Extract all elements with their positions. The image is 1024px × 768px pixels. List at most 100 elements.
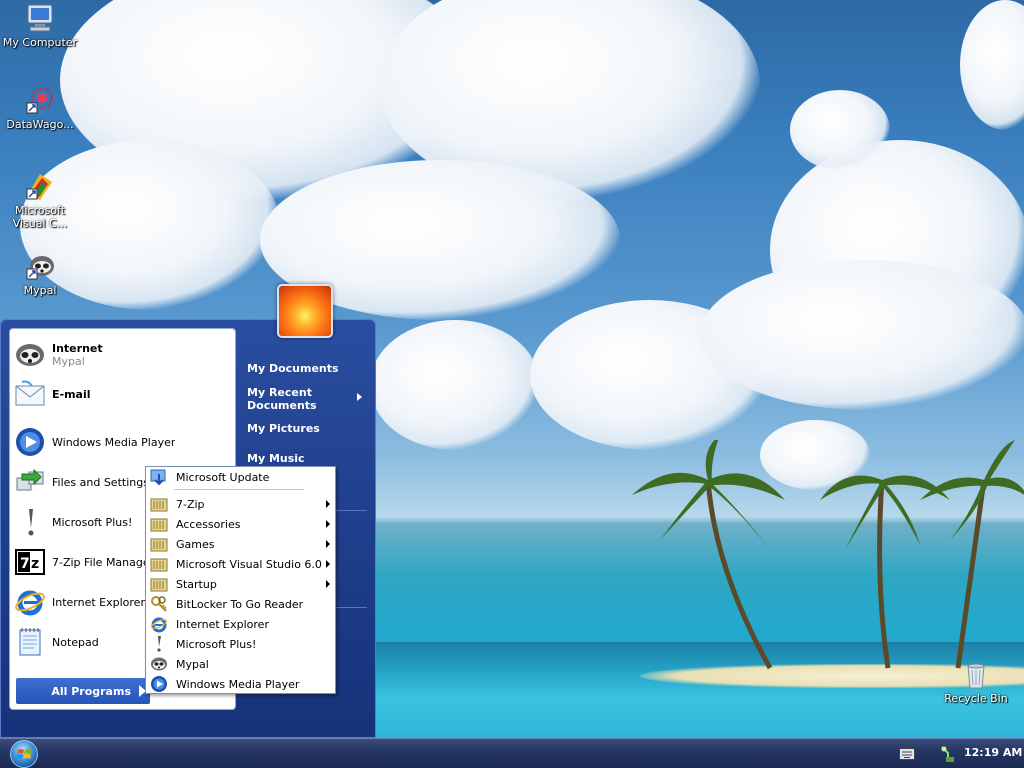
program-item-bitlocker[interactable]: BitLocker To Go Reader (148, 594, 333, 614)
chevron-right-icon (326, 500, 330, 508)
folder-icon (150, 578, 168, 592)
wallpaper-cloud (700, 260, 1024, 410)
svg-text:7: 7 (20, 556, 30, 572)
program-item-accessories[interactable]: Accessories (148, 514, 333, 534)
recent-item-label: Internet Explorer (52, 595, 145, 609)
program-item-label: Microsoft Plus! (176, 637, 257, 651)
chevron-right-icon (326, 520, 330, 528)
media-player-icon (151, 676, 167, 692)
program-item-games[interactable]: Games (148, 534, 333, 554)
update-icon (150, 469, 166, 486)
desktop-icon-datawagon[interactable]: DataWago... (1, 84, 79, 131)
recent-item-label: Windows Media Player (52, 435, 176, 449)
media-player-icon (16, 428, 44, 456)
program-item-startup[interactable]: Startup (148, 574, 333, 594)
right-link-label: My Pictures (247, 422, 320, 435)
right-link-my-music[interactable]: My Music (247, 452, 305, 465)
program-item-label: Startup (176, 577, 217, 591)
wallpaper-cloud (960, 0, 1024, 130)
recent-item-label: Microsoft Plus! (52, 515, 133, 529)
desktop-icon-mypal[interactable]: Mypal (1, 250, 79, 297)
desktop-icon-label: My Computer (2, 36, 78, 49)
chevron-right-icon (326, 580, 330, 588)
program-item-7zip[interactable]: 7-Zip (148, 494, 333, 514)
mypal-icon (16, 344, 44, 366)
right-link-my-documents[interactable]: My Documents (247, 362, 339, 375)
taskbar (0, 738, 1024, 768)
right-link-label: My Documents (247, 362, 339, 375)
desktop-icon-label: Recycle Bin (944, 692, 1008, 705)
all-programs-menu: Microsoft Update 7-Zip Accessories Games… (145, 466, 336, 694)
program-item-label: 7-Zip (176, 497, 205, 511)
recent-item-label: Files and Settings (52, 475, 149, 489)
folder-icon (150, 538, 168, 552)
network-icon[interactable] (940, 745, 956, 763)
desktop-icon-label: Mypal (23, 284, 57, 297)
right-link-my-pictures[interactable]: My Pictures (247, 422, 320, 435)
program-item-label: Accessories (176, 517, 241, 531)
right-link-my-recent-documents[interactable]: My Recent Documents (247, 386, 355, 412)
seven-zip-icon: 7 z (15, 549, 45, 575)
keyboard-icon[interactable] (899, 748, 915, 760)
program-item-label: Mypal (176, 657, 209, 671)
recent-item-windows-media-player[interactable]: Windows Media Player (14, 424, 233, 460)
start-button[interactable] (10, 740, 38, 768)
chevron-right-icon (326, 560, 330, 568)
desktop-icon-label: DataWago... (6, 118, 74, 131)
mypal-icon (151, 657, 167, 671)
mypal-icon (26, 256, 54, 280)
recent-item-label: Notepad (52, 635, 99, 649)
ie-icon (151, 617, 167, 633)
program-item-windows-media-player[interactable]: Windows Media Player (148, 674, 333, 694)
wallpaper-palm-trees (632, 440, 1024, 670)
svg-text:z: z (31, 556, 39, 572)
all-programs-button[interactable]: All Programs (16, 678, 150, 704)
right-link-label: My Recent Documents (247, 386, 317, 412)
program-item-label: Games (176, 537, 215, 551)
transfer-icon (16, 468, 44, 491)
program-item-label: BitLocker To Go Reader (176, 597, 304, 611)
chevron-right-icon (357, 393, 362, 401)
program-item-microsoft-plus[interactable]: Microsoft Plus! (148, 634, 333, 654)
desktop-icon-visual-c[interactable]: Microsoft Visual C... (1, 170, 79, 230)
folder-icon (150, 518, 168, 532)
folder-icon (150, 558, 168, 572)
taskbar-clock[interactable]: 12:19 AM (964, 746, 1022, 759)
program-item-mypal[interactable]: Mypal (148, 654, 333, 674)
plus-icon (157, 636, 161, 652)
datawagon-icon (26, 87, 53, 114)
pinned-item-internet[interactable]: Internet Mypal (14, 337, 233, 373)
program-item-microsoft-update[interactable]: Microsoft Update (148, 467, 333, 487)
pinned-item-title: Internet (52, 342, 103, 355)
mail-icon (15, 380, 45, 406)
ie-icon (15, 590, 45, 616)
program-item-label: Microsoft Update (176, 470, 270, 484)
pinned-item-email[interactable]: E-mail (14, 376, 233, 412)
pinned-item-subtitle: Mypal (52, 355, 85, 368)
all-programs-label: All Programs (51, 684, 131, 698)
right-link-label: My Music (247, 452, 305, 465)
program-item-visual-studio[interactable]: Microsoft Visual Studio 6.0 (148, 554, 333, 574)
chevron-right-icon (326, 540, 330, 548)
visual-c-icon (26, 174, 52, 200)
program-item-label: Internet Explorer (176, 617, 269, 631)
pinned-item-title: E-mail (52, 387, 91, 401)
computer-icon (27, 4, 53, 32)
recent-item-label: 7-Zip File Manage (52, 555, 150, 569)
folder-icon (150, 498, 168, 512)
desktop-icon-label: Microsoft Visual C... (12, 204, 68, 230)
menu-divider (174, 489, 304, 490)
bitlocker-icon (151, 596, 167, 612)
program-item-label: Windows Media Player (176, 677, 300, 691)
plus-icon (28, 509, 34, 536)
wallpaper-cloud (370, 320, 540, 450)
program-item-internet-explorer[interactable]: Internet Explorer (148, 614, 333, 634)
clock-label: 12:19 AM (964, 746, 1023, 759)
desktop-icon-my-computer[interactable]: My Computer (1, 2, 79, 49)
recycle-bin-icon (967, 663, 985, 689)
wallpaper-cloud (790, 90, 890, 170)
desktop-icon-recycle-bin[interactable]: Recycle Bin (937, 658, 1015, 705)
user-picture[interactable] (277, 284, 333, 338)
windows-logo-icon (16, 749, 32, 759)
program-item-label: Microsoft Visual Studio 6.0 (176, 557, 322, 571)
